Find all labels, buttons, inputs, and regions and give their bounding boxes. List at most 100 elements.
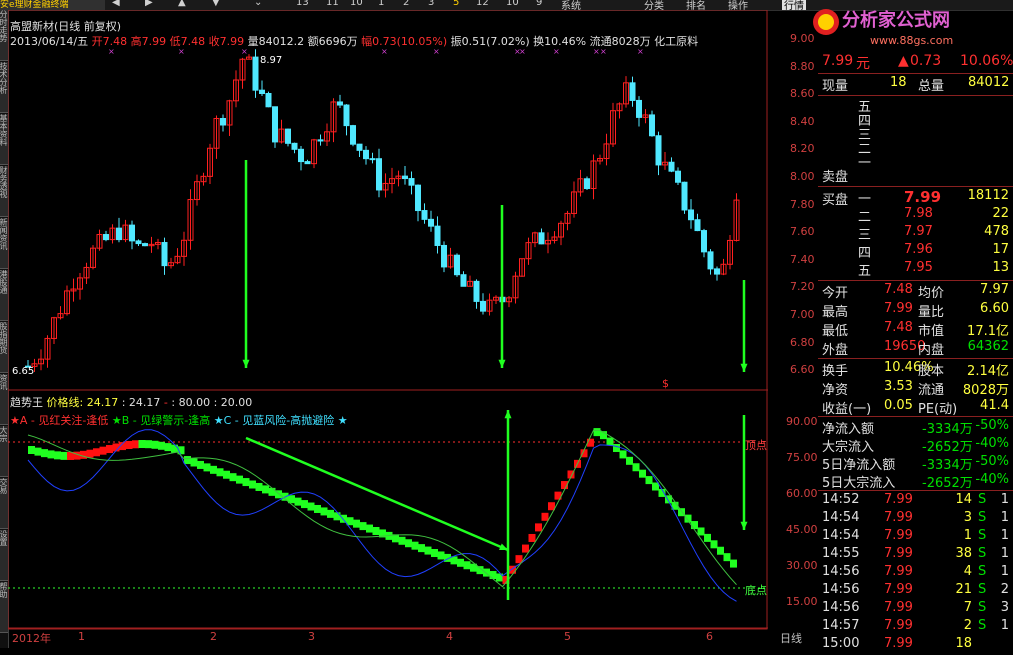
tick-side: S (978, 510, 987, 525)
tick-price: 7.99 (884, 492, 913, 507)
buy-level: 三 (858, 228, 872, 243)
tick-side: S (978, 582, 987, 597)
indicator-block (626, 456, 633, 465)
indicator-block (86, 449, 94, 458)
stat-value: 7.48 (884, 320, 913, 335)
tick-time: 14:56 (822, 564, 860, 579)
flow-label: 5日净流入额 (822, 458, 896, 473)
price-tick: 6.80 (790, 335, 815, 349)
left-tab-5[interactable]: 港股通 (0, 270, 8, 321)
stat-label: 收益(一) (822, 402, 872, 417)
indicator-block (366, 524, 373, 533)
left-tab-3[interactable]: 财务透视 (0, 166, 8, 217)
left-tab-11[interactable]: 帮助 (0, 582, 8, 633)
toolbar-tab-4[interactable]: 1 (378, 0, 384, 8)
flow-pct: -40% (975, 472, 1009, 487)
indicator-block (28, 446, 35, 454)
period-label[interactable]: 日线 (780, 630, 802, 646)
low-value: 7.48 (180, 35, 206, 48)
left-tab-7[interactable]: 资讯 (0, 374, 8, 425)
indicator-name: 趋势王 (10, 396, 43, 409)
price-tick: 7.00 (790, 308, 815, 321)
tick-volume: 38 (955, 546, 972, 561)
price-change: 0.73 (910, 53, 942, 69)
quote-button[interactable]: 行情 (782, 0, 806, 10)
indicator-tick: 60.00 (786, 487, 818, 500)
toolbar-tab-7[interactable]: 5 (453, 0, 459, 8)
indicator-param-4: : 80.00 (171, 396, 211, 409)
amplitude-value: 振0.51(7.02%) (450, 35, 530, 48)
toolbar-tab-3[interactable]: 10 (350, 0, 363, 8)
app-brand: 安e理财金融终端 (0, 0, 105, 10)
menu-chevron-icon[interactable]: ⌄ (254, 0, 262, 8)
indicator-tick: 30.00 (786, 559, 818, 572)
open-value: 7.48 (102, 35, 128, 48)
tick-row: 14:54 7.99 3 S 1 (818, 510, 1013, 529)
tick-row: 14:57 7.99 2 S 1 (818, 618, 1013, 637)
x-tick: 6 (706, 630, 713, 643)
left-tab-1[interactable]: 技术分析 (0, 62, 8, 113)
nav-down-icon[interactable]: ▼ (212, 0, 220, 8)
left-tab-0[interactable]: 分时走势 (0, 10, 8, 61)
toolbar-tab-10[interactable]: 9 (536, 0, 542, 8)
indicator-block (522, 544, 529, 553)
s-mark: $ (662, 377, 669, 390)
candle-body (343, 104, 350, 127)
toolbar-tab-6[interactable]: 3 (428, 0, 434, 8)
candle-body (369, 158, 376, 161)
x-tick: 5 (564, 630, 571, 643)
tick-time: 14:55 (822, 546, 860, 561)
price-tick: 7.60 (790, 225, 815, 239)
indicator-block (216, 468, 224, 477)
toolbar-tab-5[interactable]: 2 (403, 0, 409, 8)
indicator-block (372, 526, 380, 535)
stat-row: 收益(一) 0.05 PE(动) 41.4 (818, 398, 1013, 417)
indicator-block (158, 441, 165, 450)
float-value: 流通8028万 (589, 35, 651, 48)
indicator-block (164, 443, 172, 452)
flow-value: -3334万 (922, 458, 973, 473)
indicator-tick: 15.00 (786, 595, 818, 608)
toolbar-tab-8[interactable]: 12 (476, 0, 489, 8)
flow-pct: -50% (975, 418, 1009, 433)
nav-back-icon[interactable]: ◀ (112, 0, 120, 8)
buy-volume: 18112 (967, 188, 1009, 203)
left-tab-4[interactable]: 新闻资讯 (0, 218, 8, 269)
left-tab-9[interactable]: 交易 (0, 478, 8, 529)
indicator-axis: 90.00 75.00 60.00 45.00 30.00 15.00 (786, 415, 818, 615)
high-label: 高 (130, 35, 142, 48)
left-tab-6[interactable]: 股指期货 (0, 322, 8, 373)
stat-value: 17.1亿 (967, 324, 1009, 339)
tick-time: 14:57 (822, 618, 860, 633)
indicator-block (125, 440, 133, 449)
left-tab-10[interactable]: 设置 (0, 530, 8, 581)
nav-forward-icon[interactable]: ▶ (145, 0, 153, 8)
price-tick: 8.60 (790, 87, 815, 101)
left-tab-2[interactable]: 基本资料 (0, 114, 8, 165)
stat-value: 0.05 (884, 398, 913, 413)
stat-label: 今开 (822, 286, 849, 301)
toolbar-tab-1[interactable]: 13 (296, 0, 309, 8)
left-tab-8[interactable]: 大宗 (0, 426, 8, 477)
nav-up-icon[interactable]: ▲ (178, 0, 186, 8)
price-axis: 9.00 8.80 8.60 8.40 8.20 8.00 7.80 7.60 7.40 7.20… (790, 32, 820, 390)
stat-row: 最低 7.48 市值 17.1亿 (818, 320, 1013, 339)
candle-body (714, 268, 720, 275)
tick-price: 7.99 (884, 546, 913, 561)
indicator-block (645, 476, 653, 485)
kline-chart[interactable]: × × × × × ×× × × × × (8, 10, 768, 630)
indicator-block (41, 449, 48, 458)
tick-volume: 7 (963, 600, 972, 615)
tick-count: 1 (1000, 564, 1009, 579)
now-vol-label: 现量 (822, 79, 849, 94)
indicator-block (424, 546, 432, 555)
stat-row: 换手 10.46% 股本 2.14亿 (818, 360, 1013, 379)
toolbar-tab-2[interactable]: 11 (326, 0, 339, 8)
toolbar-tab-9[interactable]: 10 (506, 0, 519, 8)
sector-value: 化工原料 (654, 35, 699, 48)
tick-time: 14:56 (822, 600, 860, 615)
tick-row: 14:56 7.99 21 S 2 (818, 582, 1013, 601)
stat-label: 内盘 (918, 343, 945, 358)
indicator-block (411, 541, 419, 550)
indicator-block (184, 456, 191, 465)
